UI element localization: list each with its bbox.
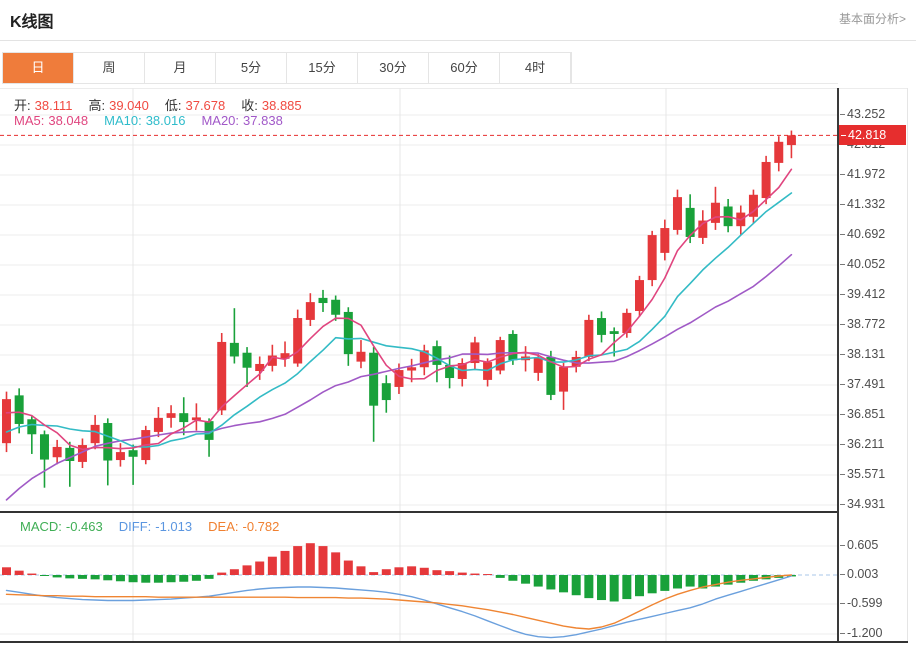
legend-item: 低:37.678 — [165, 98, 229, 113]
price-axis-label: 36.211 — [840, 437, 884, 451]
y-axis-line — [837, 88, 839, 642]
macd-axis-label: -1.200 — [840, 626, 882, 640]
header-divider — [0, 40, 916, 41]
tab-period-3[interactable]: 5分 — [216, 53, 287, 83]
fundamental-analysis-link[interactable]: 基本面分析> — [839, 10, 906, 27]
price-axis-label: 39.412 — [840, 287, 885, 301]
ma-legend: MA5:38.048 MA10:38.016 MA20:37.838 — [14, 113, 299, 128]
panel-divider — [0, 511, 838, 513]
tab-period-1[interactable]: 周 — [74, 53, 145, 83]
tab-period-6[interactable]: 60分 — [429, 53, 500, 83]
tabbar-extension-line — [570, 83, 838, 84]
legend-item: 收:38.885 — [241, 98, 305, 113]
legend-item: MACD:-0.463 — [20, 519, 107, 534]
legend-item: 高:39.040 — [88, 98, 152, 113]
price-axis-label: 38.131 — [840, 347, 885, 361]
legend-item: DIFF:-1.013 — [119, 519, 196, 534]
macd-axis-label: -0.599 — [840, 596, 882, 610]
price-axis-label: 43.252 — [840, 107, 885, 121]
tab-period-7[interactable]: 4时 — [500, 53, 571, 83]
tab-period-5[interactable]: 30分 — [358, 53, 429, 83]
macd-axis-label: 0.003 — [840, 567, 878, 581]
price-axis-label: 34.931 — [840, 497, 885, 511]
legend-item: MA10:38.016 — [104, 113, 189, 128]
tab-period-4[interactable]: 15分 — [287, 53, 358, 83]
period-tabbar: 日周月5分15分30分60分4时 — [2, 52, 572, 84]
price-axis-label: 40.052 — [840, 257, 885, 271]
candlestick-chart[interactable] — [0, 88, 838, 512]
price-axis-label: 40.692 — [840, 227, 885, 241]
bottom-border — [0, 641, 908, 643]
price-axis-label: 35.571 — [840, 467, 885, 481]
price-axis-label: 37.491 — [840, 377, 885, 391]
tab-period-0[interactable]: 日 — [3, 53, 74, 83]
price-axis-label: 36.851 — [840, 407, 885, 421]
legend-item: DEA:-0.782 — [208, 519, 283, 534]
current-price-tag: 42.818 — [839, 125, 906, 145]
legend-item: 开:38.111 — [14, 98, 76, 113]
kline-page: K线图 基本面分析> 日周月5分15分30分60分4时 开:38.111 高:39… — [0, 0, 916, 645]
macd-legend: MACD:-0.463 DIFF:-1.013 DEA:-0.782 — [20, 519, 295, 534]
legend-item: MA20:37.838 — [201, 113, 286, 128]
ohlc-legend: 开:38.111 高:39.040 低:37.678 收:38.885 — [14, 95, 318, 114]
page-title: K线图 — [10, 8, 54, 32]
legend-item: MA5:38.048 — [14, 113, 92, 128]
price-axis-label: 41.332 — [840, 197, 885, 211]
price-axis-label: 41.972 — [840, 167, 885, 181]
macd-axis-label: 0.605 — [840, 538, 878, 552]
right-edge-border — [907, 88, 908, 642]
price-axis-label: 38.772 — [840, 317, 885, 331]
tab-period-2[interactable]: 月 — [145, 53, 216, 83]
